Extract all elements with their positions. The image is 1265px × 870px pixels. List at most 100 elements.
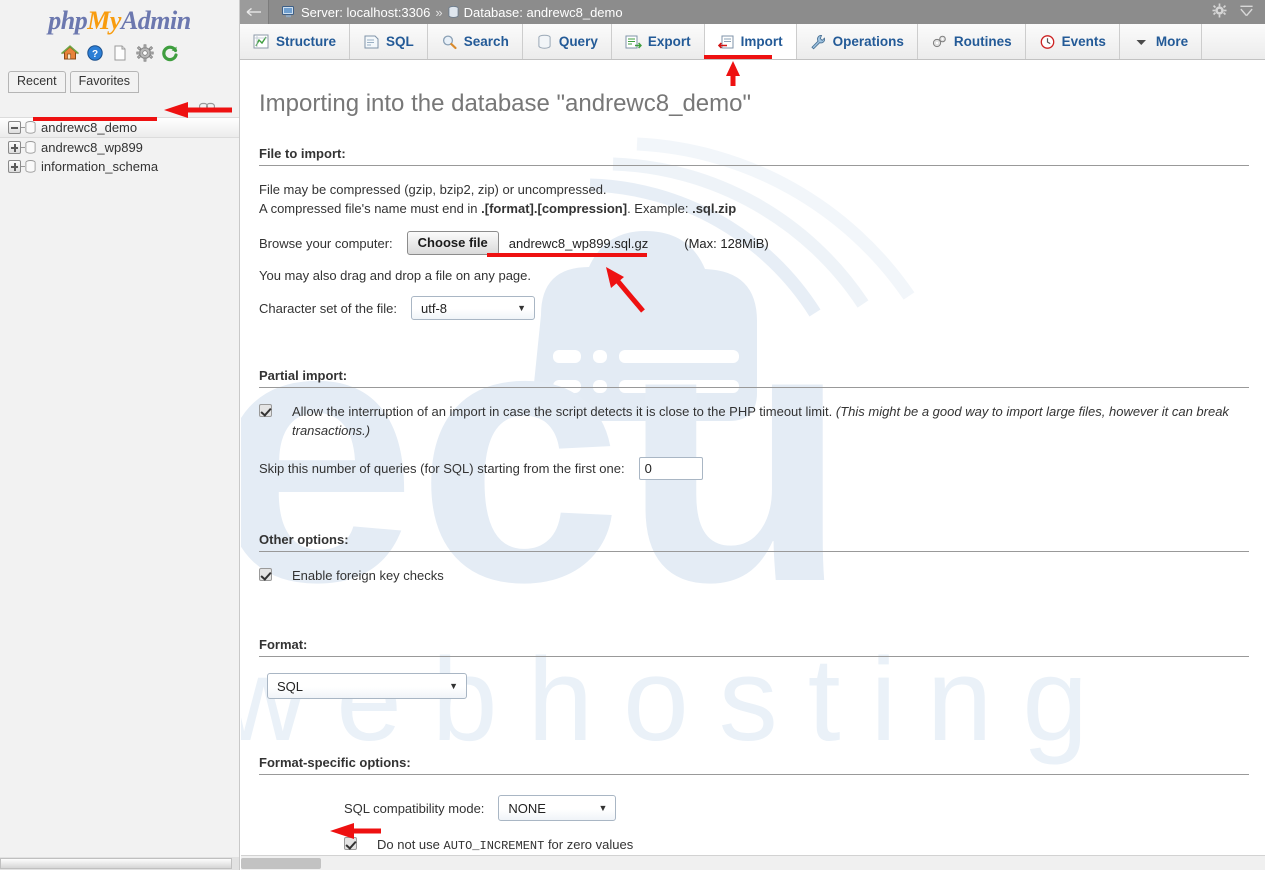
compression-note-line1: File may be compressed (gzip, bzip2, zip… <box>259 182 607 197</box>
tab-more[interactable]: More <box>1119 24 1203 59</box>
chevron-down-icon: ▼ <box>517 303 527 313</box>
scrollbar-thumb[interactable] <box>0 858 232 869</box>
sidebar: phpMyAdmin ? Recent Favorites andrewc8_d… <box>0 0 240 870</box>
gear-icon[interactable] <box>1212 3 1227 21</box>
note-prefix: A compressed file's name must end in <box>259 201 482 216</box>
format-select[interactable]: SQL ▼ <box>267 673 467 699</box>
main-content: ecu webhosting Importing into the databa… <box>241 60 1265 852</box>
content-horizontal-scrollbar[interactable] <box>241 855 1265 870</box>
expand-toggle-icon[interactable] <box>8 160 21 173</box>
breadcrumb-bar: Server: localhost:3306 » Database: andre… <box>240 0 1265 24</box>
fieldset-format: SQL ▼ <box>259 673 1249 729</box>
allow-interrupt-row: Allow the interruption of an import in c… <box>259 402 1249 440</box>
browse-label: Browse your computer: <box>259 235 393 251</box>
chevron-down-icon: ▼ <box>598 803 608 813</box>
charset-select[interactable]: utf-8 ▼ <box>411 296 536 320</box>
home-icon[interactable] <box>60 44 79 62</box>
routines-gears-icon <box>931 34 948 50</box>
docs-icon[interactable] <box>111 44 129 62</box>
breadcrumb-separator: » <box>435 4 443 20</box>
scrollbar-thumb[interactable] <box>241 858 321 869</box>
tab-label: Events <box>1061 34 1106 49</box>
settings-gear-icon[interactable] <box>135 44 154 62</box>
expand-toggle-icon[interactable] <box>8 141 21 154</box>
foreign-key-label: Enable foreign key checks <box>292 568 444 583</box>
query-icon <box>536 34 553 50</box>
database-item-andrewc8-wp899[interactable]: andrewc8_wp899 <box>0 138 239 157</box>
import-icon <box>717 34 735 50</box>
legend-file-to-import: File to import: <box>259 146 1249 166</box>
tab-events[interactable]: Events <box>1025 24 1120 59</box>
page-title: Importing into the database "andrewc8_de… <box>259 90 752 117</box>
sidebar-tab-recent[interactable]: Recent <box>8 71 66 93</box>
structure-icon <box>253 34 270 50</box>
chevron-down-icon: ▼ <box>449 681 458 691</box>
collapse-up-icon[interactable] <box>1239 4 1254 21</box>
database-item-information-schema[interactable]: information_schema <box>0 157 239 176</box>
browse-row: Browse your computer: Choose file andrew… <box>259 231 1249 255</box>
drag-drop-note-row: You may also drag and drop a file on any… <box>259 268 1249 283</box>
allow-interrupt-label: Allow the interruption of an import in c… <box>292 404 833 419</box>
reload-icon[interactable] <box>161 44 179 62</box>
logo-admin: Admin <box>120 6 191 35</box>
legend-format-specific-options: Format-specific options: <box>259 755 1249 775</box>
auto-increment-prefix: Do not use <box>377 837 444 852</box>
legend-format: Format: <box>259 637 1249 657</box>
phpmyadmin-logo[interactable]: phpMyAdmin <box>0 0 239 36</box>
foreign-key-checkbox[interactable] <box>259 568 272 581</box>
tab-search[interactable]: Search <box>427 24 523 59</box>
auto-increment-checkbox[interactable] <box>344 837 357 850</box>
charset-value: utf-8 <box>421 300 448 316</box>
choose-file-button[interactable]: Choose file <box>406 231 499 255</box>
allow-interrupt-checkbox[interactable] <box>259 404 272 417</box>
auto-increment-suffix: for zero values <box>544 837 634 852</box>
tab-label: Routines <box>953 34 1012 49</box>
selected-file-name: andrewc8_wp899.sql.gz <box>508 235 649 251</box>
database-icon <box>25 160 36 173</box>
collapse-toggle-icon[interactable] <box>8 121 21 134</box>
skip-queries-label: Skip this number of queries (for SQL) st… <box>259 461 625 476</box>
sidebar-horizontal-scrollbar[interactable] <box>0 857 239 870</box>
legend-other-options: Other options: <box>259 532 1249 552</box>
note-example-token: .sql.zip <box>692 201 737 216</box>
export-icon <box>625 34 642 50</box>
tab-sql[interactable]: SQL <box>350 24 428 59</box>
max-upload-size: (Max: 128MiB) <box>684 235 769 251</box>
format-value: SQL <box>277 678 304 694</box>
operations-wrench-icon <box>810 34 827 50</box>
auto-increment-text-wrap: Do not use AUTO_INCREMENT for zero value… <box>377 835 633 852</box>
database-label[interactable]: Database: andrewc8_demo <box>464 5 623 20</box>
database-name: andrewc8_wp899 <box>41 140 143 155</box>
tab-routines[interactable]: Routines <box>917 24 1026 59</box>
database-item-andrewc8-demo[interactable]: andrewc8_demo <box>0 117 239 138</box>
tab-structure[interactable]: Structure <box>240 24 351 59</box>
help-icon[interactable]: ? <box>86 44 104 62</box>
back-arrow-icon[interactable] <box>240 0 269 24</box>
database-icon <box>448 6 459 18</box>
tab-label: Structure <box>276 34 337 49</box>
legend-partial-import: Partial import: <box>259 368 1249 388</box>
fieldset-partial-import: Allow the interruption of an import in c… <box>259 402 1249 506</box>
sql-compatibility-select[interactable]: NONE ▼ <box>498 795 617 821</box>
tab-label: Search <box>463 34 509 49</box>
import-page: Importing into the database "andrewc8_de… <box>241 88 1265 852</box>
sidebar-tab-favorites[interactable]: Favorites <box>69 71 140 93</box>
server-label[interactable]: Server: localhost:3306 <box>301 5 430 20</box>
auto-increment-row: Do not use AUTO_INCREMENT for zero value… <box>344 835 1249 852</box>
phpmyadmin-window: phpMyAdmin ? Recent Favorites andrewc8_d… <box>0 0 1265 870</box>
database-tree: andrewc8_demo andrewc8_wp899 information… <box>0 117 239 176</box>
events-clock-icon <box>1039 34 1056 50</box>
database-icon <box>25 141 36 154</box>
tab-operations[interactable]: Operations <box>796 24 918 59</box>
skip-queries-input[interactable] <box>638 457 703 480</box>
tab-import[interactable]: Import <box>704 24 797 59</box>
sidebar-nav-icons: ? <box>0 42 239 64</box>
chain-link-icon[interactable] <box>198 99 216 111</box>
sql-compatibility-label: SQL compatibility mode: <box>344 800 485 816</box>
tab-label: Import <box>740 34 783 49</box>
tab-export[interactable]: Export <box>611 24 705 59</box>
server-icon <box>282 6 296 18</box>
tab-query[interactable]: Query <box>522 24 612 59</box>
auto-increment-keyword: AUTO_INCREMENT <box>443 839 545 852</box>
skip-queries-row: Skip this number of queries (for SQL) st… <box>259 457 1249 480</box>
